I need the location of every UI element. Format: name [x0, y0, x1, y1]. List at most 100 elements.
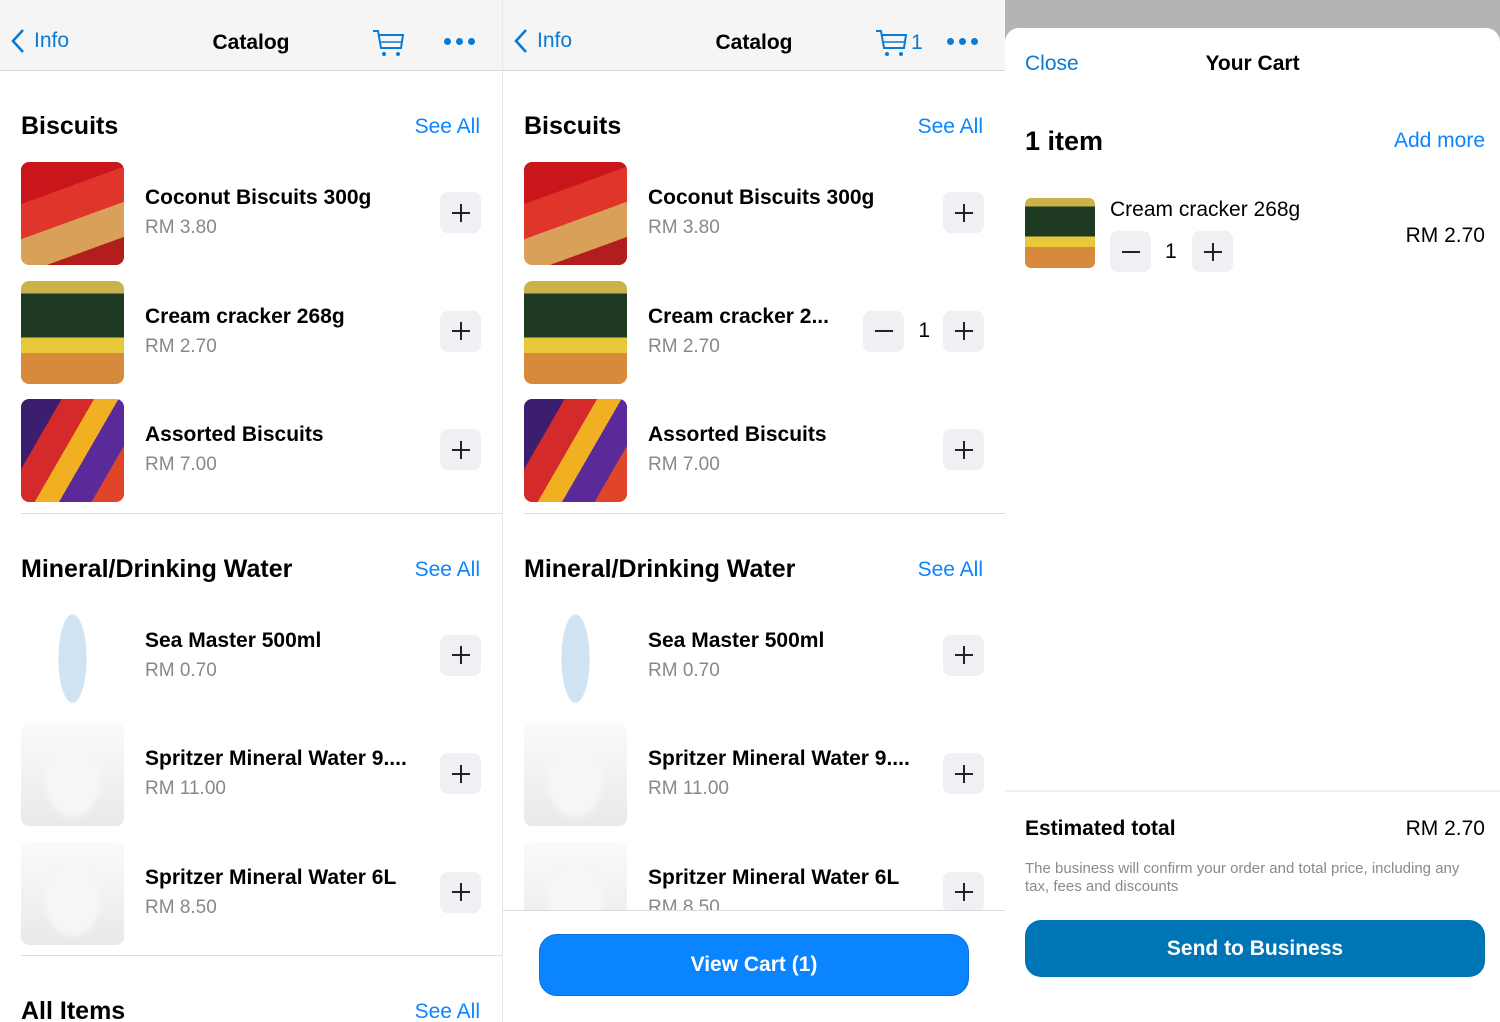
add-to-cart-button[interactable]: [943, 634, 984, 676]
add-to-cart-button[interactable]: [943, 429, 984, 470]
product-item[interactable]: Spritzer Mineral Water 9.... RM 11.00: [503, 721, 1005, 840]
catalog-screen-with-cart: Info Catalog 1 Biscuits See All Coconut B…: [502, 0, 1005, 1022]
product-name: Spritzer Mineral Water 9....: [145, 747, 407, 770]
decrease-quantity-button[interactable]: [863, 310, 904, 352]
product-item[interactable]: Assorted Biscuits RM 7.00: [503, 397, 1005, 516]
product-price: RM 0.70: [648, 659, 720, 681]
plus-icon: [954, 322, 973, 340]
cart-sheet: Close Your Cart 1 item Add more Cream cr…: [1005, 28, 1500, 1022]
product-image: [524, 604, 627, 708]
minus-icon: [874, 330, 893, 332]
more-button[interactable]: [444, 38, 475, 45]
product-item[interactable]: Coconut Biscuits 300g RM 3.80: [0, 160, 502, 279]
product-image: [524, 162, 627, 265]
estimated-total-label: Estimated total: [1025, 817, 1176, 840]
plus-icon: [954, 203, 973, 222]
section-title: Mineral/Drinking Water: [21, 554, 293, 583]
product-price: RM 0.70: [145, 659, 217, 681]
product-item[interactable]: Sea Master 500ml RM 0.70: [503, 603, 1005, 722]
see-all-link[interactable]: See All: [415, 558, 480, 582]
add-to-cart-button[interactable]: [440, 429, 481, 470]
more-icon: [947, 38, 954, 45]
product-image: [21, 399, 124, 502]
add-to-cart-button[interactable]: [943, 753, 984, 794]
item-count: 1 item: [1025, 126, 1104, 156]
plus-icon: [451, 764, 470, 783]
product-price: RM 8.50: [145, 896, 217, 918]
add-to-cart-button[interactable]: [440, 310, 481, 352]
add-to-cart-button[interactable]: [440, 871, 481, 913]
back-label: Info: [34, 29, 70, 52]
product-item[interactable]: Cream cracker 268g RM 2.70: [0, 279, 502, 398]
chevron-left-icon: [514, 29, 527, 53]
product-name: Sea Master 500ml: [145, 628, 322, 652]
section-header: Mineral/Drinking Water See All: [0, 515, 502, 603]
product-price: RM 7.00: [648, 454, 720, 475]
add-to-cart-button[interactable]: [943, 871, 984, 913]
plus-icon: [954, 646, 973, 664]
cart-item-name: Cream cracker 268g: [1110, 198, 1301, 221]
plus-icon: [451, 646, 470, 664]
estimated-total-value: RM 2.70: [1405, 817, 1485, 840]
product-image: [21, 604, 124, 708]
product-item[interactable]: Assorted Biscuits RM 7.00: [0, 397, 502, 516]
plus-icon: [954, 764, 973, 783]
nav-bar: Info Catalog 1: [503, 0, 1005, 71]
cart-item-price: RM 2.70: [1405, 224, 1485, 247]
product-price: RM 11.00: [145, 778, 226, 799]
plus-icon: [451, 440, 470, 459]
product-image: [21, 162, 124, 265]
plus-icon: [1203, 242, 1222, 261]
back-button[interactable]: Info: [513, 28, 572, 54]
cart-footer: Estimated total RM 2.70 The business wil…: [1005, 790, 1500, 1022]
product-item[interactable]: Spritzer Mineral Water 6L RM 8.50: [0, 840, 502, 959]
product-item[interactable]: Spritzer Mineral Water 9.... RM 11.00: [0, 721, 502, 840]
product-name: Cream cracker 268g: [145, 304, 345, 328]
quantity-value: 1: [1165, 240, 1177, 263]
see-all-link[interactable]: See All: [918, 115, 983, 139]
cart-icon: [373, 30, 405, 56]
product-item[interactable]: Coconut Biscuits 300g RM 3.80: [503, 160, 1005, 279]
cart-title: Your Cart: [1205, 52, 1300, 75]
product-item[interactable]: Sea Master 500ml RM 0.70: [0, 603, 502, 722]
chevron-left-icon: [11, 29, 24, 53]
section-header: Biscuits See All: [503, 72, 1005, 160]
product-item[interactable]: Cream cracker 2... RM 2.70 1: [503, 279, 1005, 398]
more-button[interactable]: [947, 38, 978, 45]
product-image: [524, 399, 627, 502]
product-image: [21, 723, 124, 826]
product-price: RM 3.80: [648, 217, 720, 238]
product-name: Assorted Biscuits: [648, 423, 827, 446]
add-to-cart-button[interactable]: [943, 192, 984, 233]
add-to-cart-button[interactable]: [943, 310, 984, 352]
product-name: Spritzer Mineral Water 6L: [648, 865, 900, 889]
section-header: All Items See All: [0, 957, 502, 1022]
product-price: RM 3.80: [145, 217, 217, 238]
see-all-link[interactable]: See All: [415, 115, 480, 139]
back-button[interactable]: Info: [10, 28, 69, 54]
see-all-link[interactable]: See All: [415, 1000, 480, 1022]
see-all-link[interactable]: See All: [918, 558, 983, 582]
cart-button[interactable]: [372, 28, 408, 58]
plus-icon: [451, 203, 470, 222]
cart-icon: [876, 30, 908, 56]
increase-quantity-button[interactable]: [1192, 231, 1233, 272]
add-to-cart-button[interactable]: [440, 753, 481, 794]
product-image: [1025, 198, 1095, 268]
product-name: Spritzer Mineral Water 9....: [648, 747, 910, 770]
cart-button[interactable]: 1: [875, 28, 923, 58]
product-name: Coconut Biscuits 300g: [145, 186, 372, 209]
product-name: Assorted Biscuits: [145, 423, 324, 446]
product-name: Cream cracker 2...: [648, 304, 829, 328]
product-image: [524, 280, 627, 384]
product-price: RM 7.00: [145, 454, 217, 475]
decrease-quantity-button[interactable]: [1110, 231, 1151, 272]
add-to-cart-button[interactable]: [440, 634, 481, 676]
section-title: Mineral/Drinking Water: [524, 554, 796, 583]
add-to-cart-button[interactable]: [440, 192, 481, 233]
product-price: RM 2.70: [145, 335, 217, 357]
view-cart-button[interactable]: View Cart (1): [539, 934, 969, 996]
send-to-business-button[interactable]: Send to Business: [1025, 920, 1485, 977]
cart-count: 1: [911, 31, 923, 54]
add-more-link[interactable]: Add more: [1394, 129, 1485, 153]
